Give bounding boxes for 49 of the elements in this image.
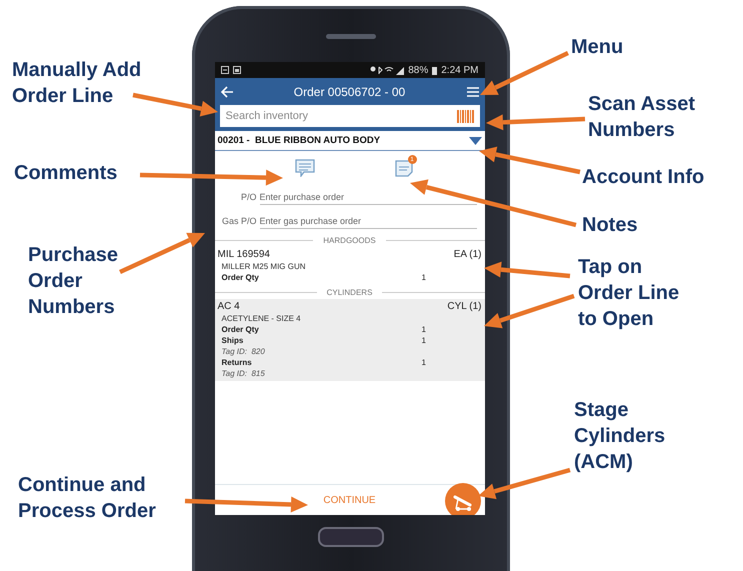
barcode-icon[interactable] [456, 110, 474, 122]
callout-label: Manually Add Order Line [12, 58, 142, 109]
speaker-grille [326, 34, 376, 39]
item-code: MIL 169594 [218, 249, 270, 260]
detail-label: Returns [222, 358, 253, 367]
section-title: HARDGOODS [323, 236, 376, 244]
detail-label: Order Qty [222, 273, 260, 282]
section-title: CYLINDERS [326, 288, 372, 296]
detail-label: Order Qty [222, 325, 260, 334]
item-description: MILLER M25 MIG GUN [220, 262, 307, 271]
callout-label: Continue and Process Order [18, 473, 156, 524]
callout-label: Stage Cylinders (ACM) [574, 398, 666, 475]
item-description: ACETYLENE - SIZE 4 [220, 314, 302, 323]
status-icons [370, 66, 404, 74]
detail-label: Tag ID: 815 [222, 369, 266, 378]
detail-label: Ships [222, 336, 244, 345]
detail-value: 1 [422, 325, 427, 334]
item-unit: CYL (1) [447, 301, 482, 312]
callout-label: Tap on Order Line to Open [578, 255, 680, 332]
notification-icon [232, 66, 240, 74]
battery-icon [432, 66, 438, 74]
dropdown-triangle-icon [468, 136, 482, 144]
comment-icon[interactable] [294, 159, 314, 177]
detail-value: 1 [422, 336, 427, 345]
item-code: AC 4 [218, 301, 240, 312]
callout-label: Comments [14, 161, 118, 186]
callout-label: Menu [571, 35, 624, 60]
notification-icon [220, 66, 228, 74]
detail-value: 1 [422, 358, 427, 367]
callout-label: Scan Asset Numbers [588, 92, 696, 143]
item-unit: EA (1) [454, 249, 482, 260]
field-label: Gas P/O [220, 216, 256, 226]
battery-percentage: 88% [408, 64, 428, 76]
screen-title: Order 00506702 - 00 [292, 84, 406, 98]
field-label: P/O [240, 192, 256, 202]
clock-time: 2:24 PM [441, 64, 478, 76]
purchase-order-field[interactable]: Enter gas purchase order [260, 214, 476, 228]
search-field[interactable]: Search inventory [220, 105, 480, 127]
purchase-order-field[interactable]: Enter purchase order [260, 190, 476, 204]
account-selector[interactable]: 00201 - BLUE RIBBON AUTO BODY [214, 131, 484, 151]
detail-label: Tag ID: 820 [222, 347, 266, 356]
callout-label: Purchase Order Numbers [28, 243, 118, 320]
home-button[interactable] [318, 527, 384, 547]
detail-value: 1 [422, 273, 427, 282]
callout-label: Account Info [582, 165, 704, 190]
back-button[interactable] [220, 86, 234, 98]
account-name: 00201 - BLUE RIBBON AUTO BODY [218, 135, 382, 146]
menu-icon[interactable] [466, 86, 480, 98]
callout-label: Notes [582, 213, 638, 238]
